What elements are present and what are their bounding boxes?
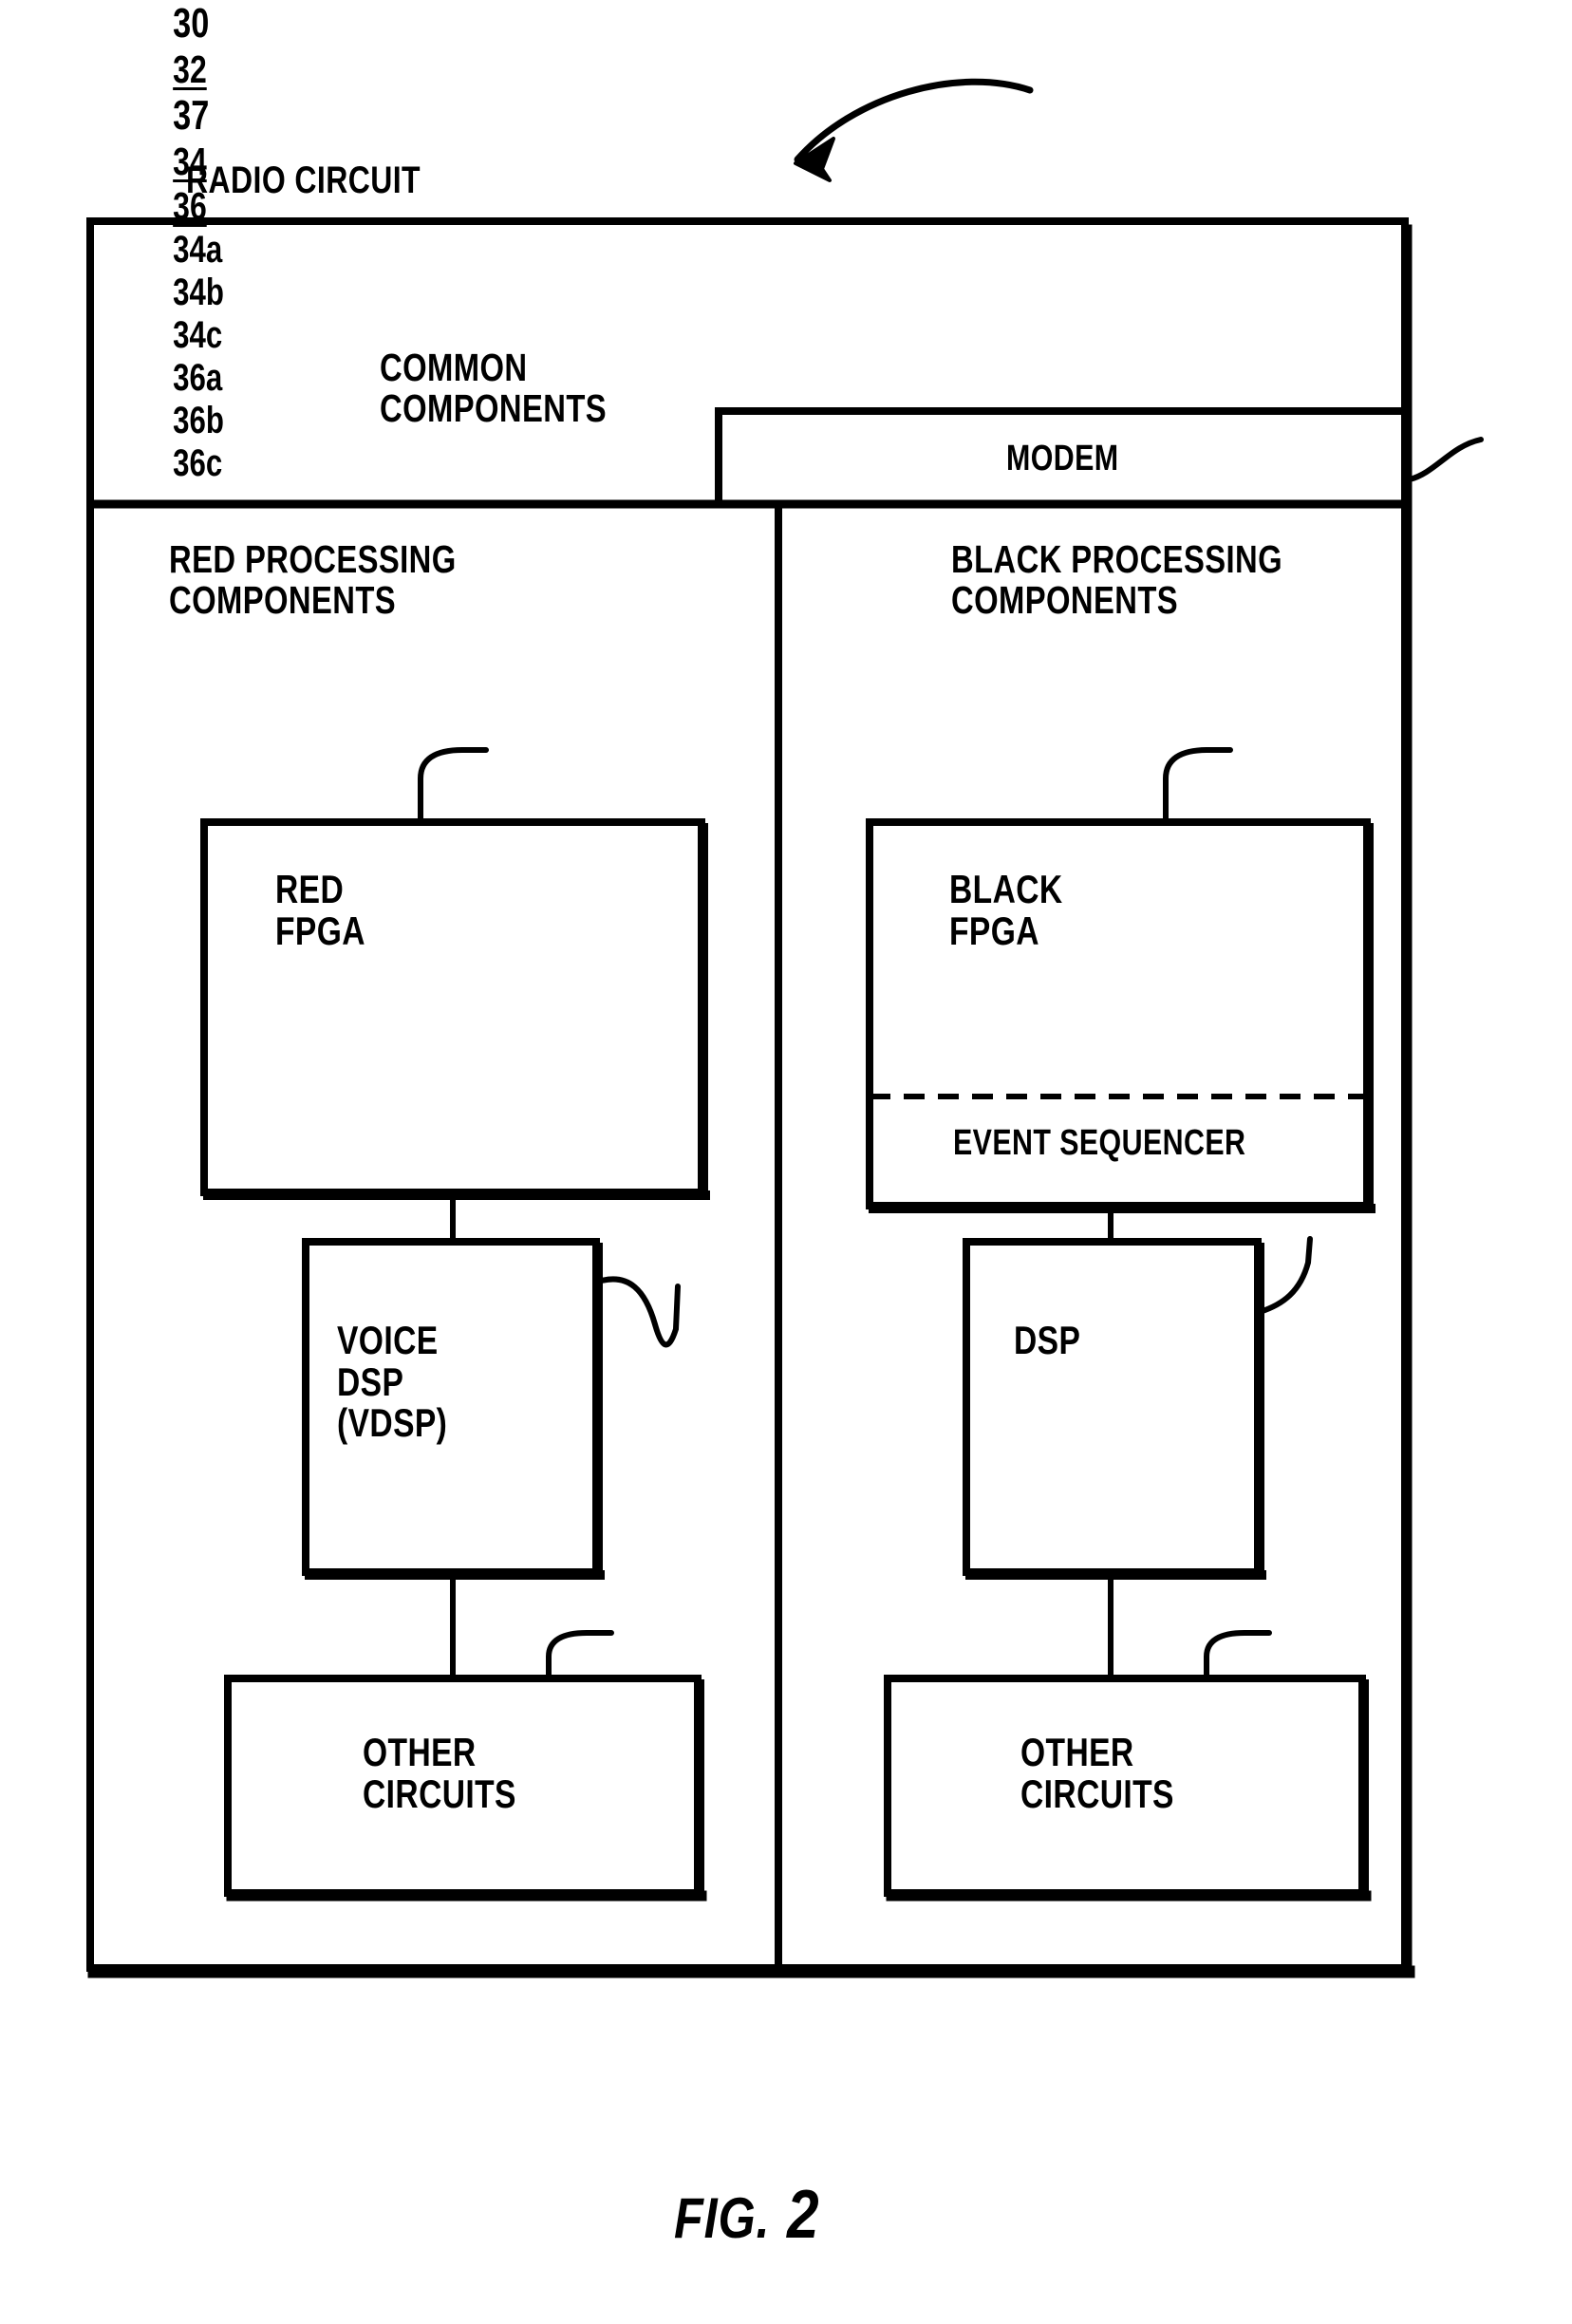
ref-number-36b: 36b [173,400,224,441]
ref-number-32: 32 [173,47,207,91]
red-fpga-label: RED FPGA [275,867,365,953]
ref-37-leader [1407,437,1484,482]
figure-caption-prefix: FIG. [674,2186,771,2250]
figure-caption-number: 2 [770,2177,820,2253]
ref-36c-leader [1204,1630,1272,1681]
ref-36a-leader [1163,747,1233,825]
dsp-box [963,1238,1262,1576]
other-circuits-left-label: OTHER CIRCUITS [363,1730,516,1816]
dsp-label: DSP [1014,1318,1081,1362]
ref-number-30: 30 [173,0,210,47]
ref-34b-leader [595,1276,681,1348]
black-fpga-label: BLACK FPGA [949,867,1063,953]
ref-number-36c: 36c [173,442,223,484]
ref-number-34a: 34a [173,229,223,271]
ref-number-36: 36 [173,184,207,228]
patent-figure: RADIO CIRCUIT 30 32 COMMON COMPONENTS MO… [0,0,1572,2324]
black-processing-header: BLACK PROCESSING COMPONENTS [951,537,1283,622]
ref-34c-leader [546,1630,614,1681]
ref-number-37: 37 [173,92,210,139]
ref-number-34: 34 [173,140,207,183]
ref-number-36a: 36a [173,357,223,399]
voice-dsp-label: VOICE DSP (VDSP) [337,1318,448,1446]
ref-36b-leader [1257,1236,1313,1315]
event-sequencer-label: EVENT SEQUENCER [953,1123,1246,1163]
other-circuits-right-label: OTHER CIRCUITS [1020,1730,1174,1816]
ref-number-34c: 34c [173,314,223,356]
ref-number-34b: 34b [173,272,224,313]
figure-caption: FIG. 2 [674,2176,819,2254]
red-processing-header: RED PROCESSING COMPONENTS [169,537,457,622]
ref-34a-leader [418,747,489,825]
